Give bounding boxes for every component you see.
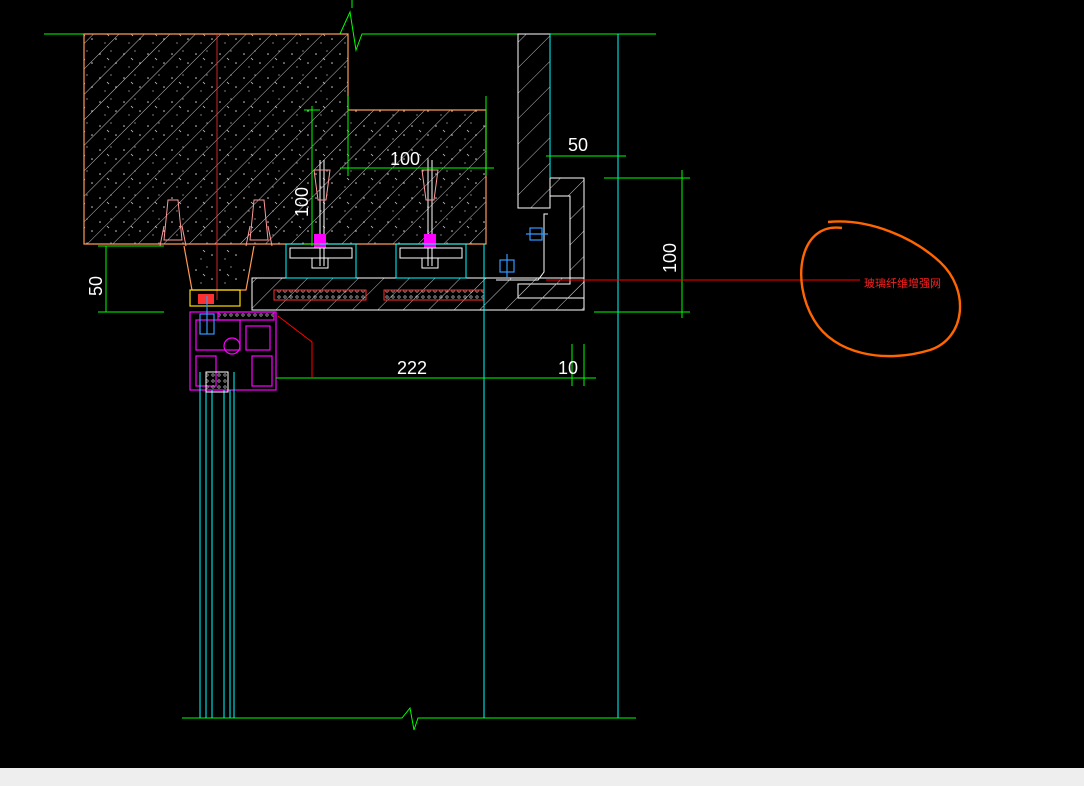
centerlines (483, 34, 619, 718)
window-frame-profile (189, 311, 277, 391)
side-column (517, 33, 585, 299)
glass-panel (199, 371, 235, 718)
dim-anchor-spacing: 100 (390, 149, 420, 169)
steel-bracket (496, 213, 548, 281)
concrete-slab (83, 33, 487, 245)
annotation-label: 玻璃纤维增强网 (864, 276, 941, 290)
dim-board-width: 222 (397, 358, 427, 378)
window-receptor (183, 245, 255, 307)
dim-slab-depth: 100 (292, 187, 312, 217)
dim-receptor-height: 50 (86, 276, 106, 296)
status-bar (0, 768, 1084, 786)
cladding-board (251, 277, 585, 311)
dim-column-offset: 50 (568, 135, 588, 155)
dim-gap: 10 (558, 358, 578, 378)
dim-board-height: 100 (660, 243, 680, 273)
cad-drawing-canvas[interactable]: 100 100 50 50 100 222 10 玻璃纤维增强网 (0, 0, 1084, 768)
steel-bracket-bolts (499, 227, 548, 278)
